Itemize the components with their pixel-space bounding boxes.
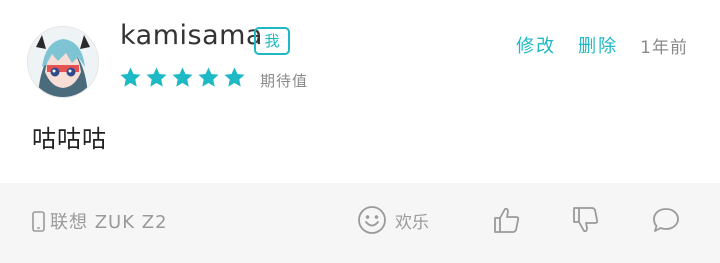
- device-info: 联想 ZUK Z2: [32, 208, 168, 234]
- star-icon: [198, 67, 219, 87]
- star-icon: [172, 67, 193, 87]
- star-icon: [146, 67, 167, 87]
- phone-icon: [32, 210, 45, 232]
- edit-button[interactable]: 修改: [516, 32, 556, 58]
- reaction-button[interactable]: 欢乐: [357, 205, 429, 235]
- smiley-icon: [358, 206, 386, 234]
- comment-footer: 联想 ZUK Z2 欢乐: [0, 183, 720, 263]
- star-rating: [119, 66, 246, 89]
- timestamp: 1年前: [640, 37, 688, 58]
- self-badge: 我: [254, 27, 290, 55]
- avatar-image: [28, 27, 98, 97]
- comment-bubble-icon[interactable]: [651, 205, 681, 235]
- comment-text: 咕咕咕: [32, 125, 107, 153]
- comment-actions: 修改 删除 1年前: [494, 32, 688, 58]
- reaction-label: 欢乐: [395, 212, 429, 233]
- review-card: kamisama 我 期待值 修改 删除 1年前 咕咕咕 联想 ZUK Z2 欢…: [0, 0, 720, 263]
- avatar[interactable]: [27, 26, 99, 98]
- delete-button[interactable]: 删除: [578, 32, 618, 58]
- thumbs-up-icon[interactable]: [492, 205, 522, 235]
- device-name: 联想 ZUK Z2: [50, 212, 168, 233]
- thumbs-down-icon[interactable]: [571, 205, 601, 235]
- star-icon: [224, 67, 245, 87]
- star-icon: [120, 67, 141, 87]
- username[interactable]: kamisama: [120, 20, 263, 51]
- rating-label: 期待值: [260, 72, 309, 90]
